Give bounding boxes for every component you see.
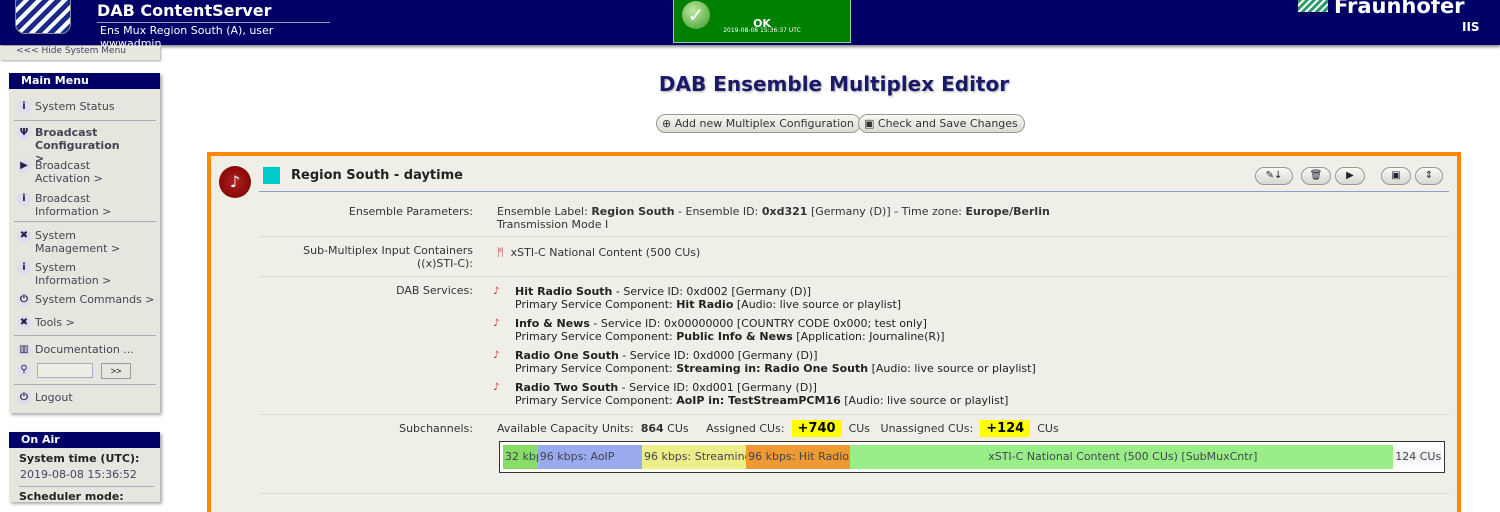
services-label: DAB Services: (396, 284, 473, 297)
delete-button[interactable]: 🗑 (1301, 167, 1331, 185)
service-item[interactable]: ♪ Radio One South - Service ID: 0xd000 [G… (493, 349, 1036, 375)
activate-button[interactable]: ▶ (1335, 167, 1365, 185)
ensemble-label: Ensemble Parameters: (348, 205, 473, 218)
status-time: 2019-08-08 15:36:37 UTC (723, 27, 801, 34)
info-icon: i (17, 100, 31, 114)
submux-item[interactable]: ᛗ xSTI-C National Content (500 CUs) (497, 246, 700, 259)
fraunhofer-logo-icon (1298, 0, 1328, 12)
subchannel-bar: 32 kbps96 kbps: AoIP96 kbps: Streaming96… (499, 441, 1445, 473)
on-air-panel: On Air System time (UTC): 2019-08-08 15:… (9, 432, 160, 503)
add-multiplex-button[interactable]: ⊕ Add new Multiplex Configuration (656, 114, 861, 133)
menu-tools[interactable]: ✖ Tools > (17, 316, 155, 330)
on-air-title: On Air (9, 432, 160, 448)
play-icon: ▶ (17, 159, 31, 173)
brand-sub: IIS (1462, 20, 1480, 34)
search-icon: ⚲ (17, 363, 31, 377)
info-icon: i (17, 192, 31, 206)
subchannel-segment[interactable]: xSTI-C National Content (500 CUs) [SubMu… (850, 445, 1394, 469)
service-item[interactable]: ♪ Radio Two South - Service ID: 0xd001 [G… (493, 381, 1008, 407)
ensemble-params: Ensemble Label: Region South - Ensemble … (497, 205, 1050, 231)
menu-system-management[interactable]: ✖ System Management > (17, 229, 125, 255)
save-icon: ▣ (864, 117, 875, 130)
menu-system-information[interactable]: i System Information > (17, 261, 117, 287)
service-item[interactable]: ♪ Hit Radio South - Service ID: 0xd002 [G… (493, 285, 901, 311)
panel-title: Region South - daytime (291, 168, 463, 183)
audio-service-icon: ♪ (493, 382, 500, 393)
menu-logout[interactable]: ⏻ Logout (17, 391, 155, 405)
submux-label: Sub-Multiplex Input Containers ((x)STI-C… (303, 244, 473, 270)
page-title: DAB Ensemble Multiplex Editor (658, 72, 1010, 96)
book-icon: ▥ (17, 343, 31, 357)
audio-service-icon: ♪ (493, 318, 500, 329)
system-time-label: System time (UTC): (19, 452, 140, 465)
brand: Fraunhofer (1334, 0, 1465, 18)
plus-circle-icon: ⊕ (662, 117, 672, 130)
app-title: DAB ContentServer (97, 1, 272, 20)
status-indicator[interactable]: ✓ OK 2019-08-08 15:36:37 UTC (673, 0, 851, 43)
subchannel-segment[interactable]: 96 kbps: AoIP (537, 445, 642, 469)
search-button[interactable]: >> (101, 363, 131, 379)
capacity-summary: Available Capacity Units: 864 CUs Assign… (497, 420, 1059, 437)
color-swatch (263, 167, 280, 184)
service-item[interactable]: ♪ Info & News - Service ID: 0x00000000 [C… (493, 317, 945, 343)
search-input[interactable] (37, 363, 93, 378)
power-icon: ⏻ (17, 391, 31, 405)
unassigned-cus: +124 (980, 420, 1031, 437)
submux-icon: ᛗ (497, 246, 504, 259)
subchannel-segment[interactable]: 96 kbps: Hit Radio (746, 445, 851, 469)
save-button[interactable]: ▣ (1381, 167, 1411, 185)
antenna-icon: Ψ (17, 126, 31, 140)
main-menu-title: Main Menu (9, 73, 160, 89)
menu-broadcast-activation[interactable]: ▶ Broadcast Activation > (17, 159, 115, 185)
menu-system-commands[interactable]: ⏻ System Commands > (17, 293, 155, 307)
audio-service-icon: ♪ (493, 286, 500, 297)
subchannels-label: Subchannels: (399, 422, 473, 435)
audio-service-icon: ♪ (493, 350, 500, 361)
multiplex-icon: ♪ (219, 166, 251, 198)
dab-logo (15, 0, 71, 34)
system-time: 2019-08-08 15:36:52 (20, 468, 137, 481)
edit-button[interactable]: ✎↓ (1255, 167, 1293, 185)
subchannel-segment[interactable]: 96 kbps: Streaming (641, 445, 747, 469)
reorder-button[interactable]: ⇕ (1415, 167, 1443, 185)
hide-system-menu-link[interactable]: <<< Hide System Menu (0, 46, 160, 60)
menu-documentation[interactable]: ▥ Documentation ... (17, 343, 155, 357)
menu-broadcast-information[interactable]: i Broadcast Information > (17, 192, 117, 218)
check-save-button[interactable]: ▣ Check and Save Changes (858, 114, 1025, 133)
main-menu: Main Menu i System Status Ψ Broadcast Conf… (9, 73, 160, 413)
power-icon: ⏻ (17, 293, 31, 307)
tools-icon: ✖ (17, 316, 31, 330)
menu-system-status[interactable]: i System Status (17, 100, 155, 114)
header: DAB ContentServer Ens Mux Region South (… (0, 0, 1500, 50)
multiplex-panel: ♪ Region South - daytime ✎↓ 🗑 ▶ ▣ ⇕ Ense… (207, 152, 1461, 512)
scheduler-mode-label: Scheduler mode: (19, 490, 124, 503)
assigned-cus: +740 (791, 420, 842, 437)
subchannel-segment[interactable]: 32 kbps (503, 445, 538, 469)
info-icon: i (17, 261, 31, 275)
unassigned-segment: 124 CUs unassigned (1393, 445, 1441, 469)
tools-icon: ✖ (17, 229, 31, 243)
